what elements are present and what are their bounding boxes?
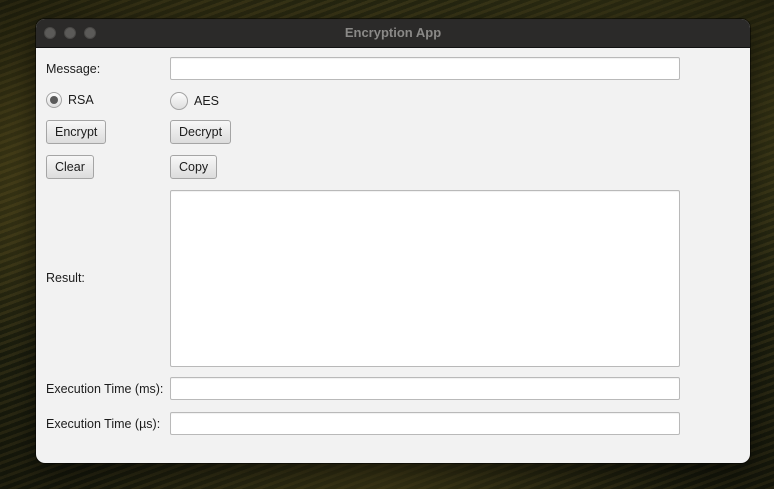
result-textarea[interactable] [170,190,680,367]
execution-time-ms-field[interactable] [170,377,680,400]
execution-time-ms-label: Execution Time (ms): [46,382,164,396]
rsa-radio-selected-dot [50,96,58,104]
aes-radio[interactable]: AES [170,92,219,110]
rsa-radio[interactable]: RSA [46,92,94,108]
execution-time-us-field[interactable] [170,412,680,435]
copy-button[interactable]: Copy [170,155,218,179]
message-label: Message: [46,62,101,76]
rsa-radio-label: RSA [68,93,94,107]
title-bar[interactable]: Encryption App [36,19,750,48]
aes-radio-circle[interactable] [170,92,188,110]
result-label: Result: [46,271,85,285]
window-title: Encryption App [344,25,442,40]
clear-button[interactable]: Clear [46,155,94,179]
app-window: Encryption App Message: RSA AES Encrypt … [36,19,750,463]
encrypt-button[interactable]: Encrypt [46,120,107,144]
message-input[interactable] [170,57,680,80]
decrypt-button[interactable]: Decrypt [170,120,232,144]
form-panel: Message: RSA AES Encrypt Decrypt Clear C… [36,47,750,463]
execution-time-us-label: Execution Time (µs): [46,417,161,431]
aes-radio-label: AES [194,94,220,108]
rsa-radio-circle[interactable] [46,92,62,108]
